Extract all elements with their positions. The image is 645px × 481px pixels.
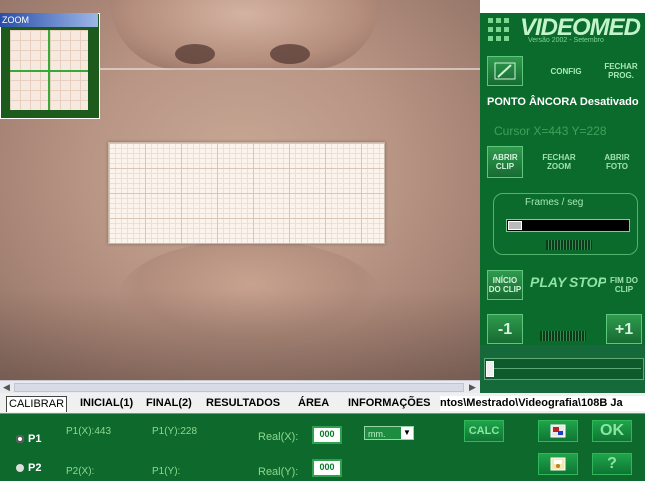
clip-end-button[interactable]: FIM DO CLIP [606, 270, 642, 300]
stop-button[interactable]: STOP [569, 274, 607, 290]
video-nostril-right [270, 44, 310, 64]
video-nostril-left [175, 44, 215, 64]
file-path: ntos\Mestrado\Videografia\108B Ja [440, 396, 645, 411]
brand-version: Versão 2002 - Setembro [528, 37, 604, 44]
fps-slider[interactable] [506, 219, 630, 232]
clear-button[interactable] [538, 420, 578, 442]
save-icon [550, 457, 566, 471]
tab-resultados[interactable]: RESULTADOS [206, 396, 280, 411]
radio-p1[interactable]: P1 [16, 433, 41, 445]
tab-calibrar[interactable]: CALIBRAR [6, 396, 68, 412]
horizontal-scrollbar[interactable]: ◀ ▶ [0, 380, 480, 394]
tab-area[interactable]: ÁREA [298, 396, 329, 411]
fps-slider-thumb[interactable] [508, 221, 522, 230]
tab-final[interactable]: FINAL(2) [146, 396, 192, 411]
calibration-grid [108, 142, 385, 244]
calc-button[interactable]: CALC [464, 420, 504, 442]
ok-button[interactable]: OK [592, 420, 632, 442]
scroll-thumb[interactable] [14, 383, 464, 392]
frame-display [540, 331, 586, 341]
open-clip-button[interactable]: ABRIR CLIP [487, 146, 523, 178]
zoom-crosshair-horizontal [10, 70, 88, 72]
pen-icon [494, 62, 516, 80]
videomed-logo-icon [487, 17, 511, 43]
close-prog-button[interactable]: FECHAR PROG. [602, 56, 640, 86]
p1-y-readout: P1(Y):228 [152, 426, 198, 437]
real-x-input[interactable]: 000 [312, 426, 342, 444]
config-button[interactable]: CONFIG [547, 56, 585, 86]
tab-informacoes[interactable]: INFORMAÇÕES [348, 396, 431, 411]
cursor-readout: Cursor X=443 Y=228 [494, 124, 607, 138]
real-y-input[interactable]: 000 [312, 459, 342, 477]
radio-p2[interactable]: P2 [16, 462, 41, 474]
zoom-title: ZOOM [0, 13, 98, 27]
real-x-label: Real(X): [258, 431, 299, 443]
frame-back-button[interactable]: -1 [487, 314, 523, 344]
help-button[interactable]: ? [592, 453, 632, 475]
fps-display [546, 240, 592, 250]
image-icon [550, 424, 566, 438]
radio-p1-label: P1 [28, 433, 42, 445]
fps-label: Frames / seg [525, 197, 584, 208]
p2-x-readout: P2(X): [66, 466, 95, 477]
p2-y-readout: P1(Y): [152, 466, 181, 477]
pen-tool-button[interactable] [487, 56, 523, 86]
close-zoom-button[interactable]: FECHAR ZOOM [540, 146, 578, 178]
radio-p2-label: P2 [28, 462, 42, 474]
real-y-label: Real(Y): [258, 466, 299, 478]
video-shadow [0, 290, 480, 380]
save-button[interactable] [538, 453, 578, 475]
frame-forward-button[interactable]: +1 [606, 314, 642, 344]
chevron-down-icon[interactable]: ▼ [401, 427, 413, 439]
timeline-track [491, 368, 641, 369]
radio-p2-dot[interactable] [16, 464, 24, 473]
video-nose [110, 0, 380, 70]
open-photo-button[interactable]: ABRIR FOTO [597, 146, 637, 178]
play-button[interactable]: PLAY [530, 274, 566, 290]
timeline-slider[interactable] [484, 358, 644, 380]
timeline-thumb[interactable] [486, 361, 494, 377]
tab-inicial[interactable]: INICIAL(1) [80, 396, 133, 411]
p1-x-readout: P1(X):443 [66, 426, 112, 437]
clip-start-button[interactable]: INÍCIO DO CLIP [487, 270, 523, 300]
radio-p1-dot[interactable] [16, 435, 24, 444]
anchor-status: PONTO ÂNCORA Desativado [487, 96, 639, 108]
